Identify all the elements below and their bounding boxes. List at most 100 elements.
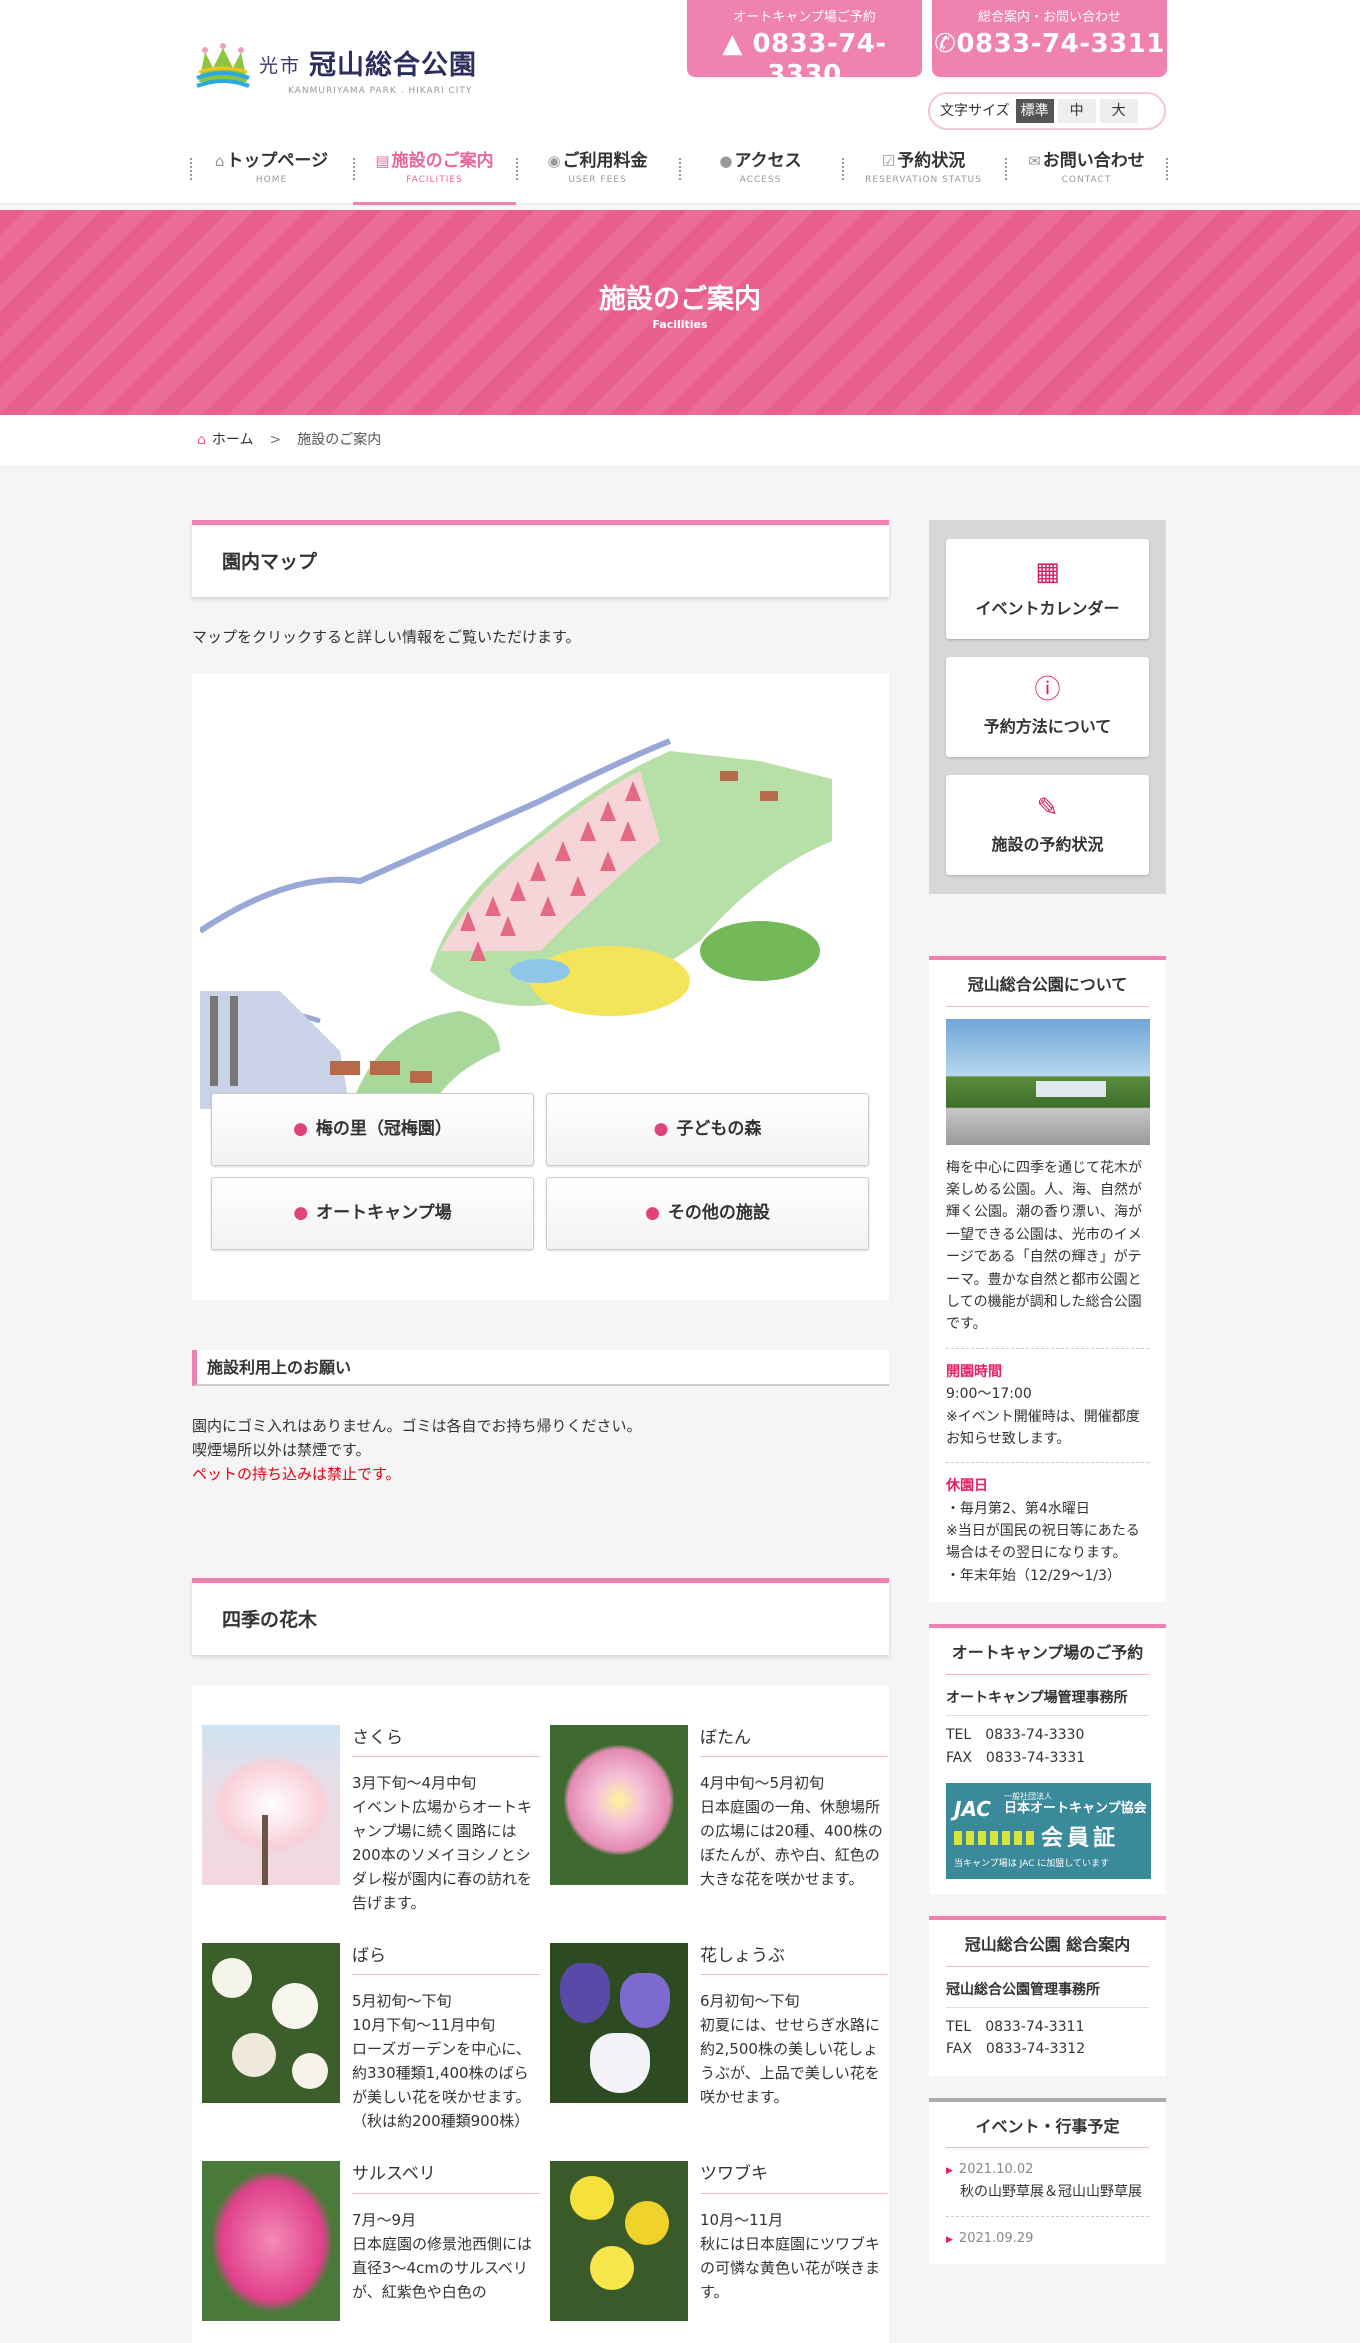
font-size-medium-button[interactable]: 中	[1057, 99, 1096, 123]
divider	[946, 1347, 1149, 1349]
nav-item-home[interactable]: ⌂ トップページ HOME	[190, 148, 353, 205]
jac-org-name: 日本オートキャンプ協会	[1004, 1801, 1147, 1816]
flower-description: 7月〜9月 日本庭園の修景池西側には直径3〜4cmのサルスベリが、紅紫色や白色の	[352, 2210, 533, 2301]
tel-info-box[interactable]: 総合案内・お問い合わせ ✆0833-74-3311	[932, 0, 1167, 77]
flower-name: ばら	[352, 1943, 540, 1976]
nav-sublabel: HOME	[255, 175, 288, 186]
nav-label: お問い合わせ	[1042, 151, 1145, 171]
nav-label: 予約状況	[897, 151, 966, 171]
closed-line: ※当日が国民の祝日等にあたる場合はその翌日になります。	[946, 1523, 1140, 1562]
tel-camp-label: オートキャンプ場ご予約	[733, 10, 876, 25]
park-map-image[interactable]	[200, 721, 832, 1109]
breadcrumb-separator: >	[269, 432, 282, 448]
about-park-card: 冠山総合公園について 梅を中心に四季を通じて花木が楽しめる公園。人、海、自然が輝…	[929, 956, 1166, 1603]
hours-label: 開園時間	[946, 1363, 1002, 1380]
jac-title: 会員証	[1041, 1826, 1120, 1851]
global-nav: ⌂ トップページ HOME ▤ 施設のご案内 FACILITIES ◉ ご利用料金 U…	[190, 148, 1170, 205]
nav-sublabel: ACCESS	[739, 175, 782, 186]
tel-info-label: 総合案内・お問い合わせ	[977, 10, 1121, 25]
breadcrumb-home-link[interactable]: ホーム	[212, 429, 254, 451]
map-pin-icon: ●	[293, 1118, 308, 1139]
home-icon: ⌂	[214, 152, 225, 170]
nav-sublabel: RESERVATION STATUS	[865, 175, 982, 186]
nav-sublabel: CONTACT	[1061, 175, 1112, 186]
nav-item-contact[interactable]: ✉ お問い合わせ CONTACT	[1005, 148, 1168, 205]
tel-camp-box[interactable]: オートキャンプ場ご予約 ▲ 0833-74-3330	[687, 0, 922, 90]
font-size-standard-button[interactable]: 標準	[1015, 99, 1054, 123]
tel-camp-number[interactable]: ▲ 0833-74-3330	[687, 29, 922, 91]
divider	[946, 2215, 1149, 2217]
map-button-auto-camp[interactable]: ● オートキャンプ場	[211, 1177, 534, 1250]
checklist-icon: ☑	[881, 152, 896, 170]
flower-description: 6月初旬〜下旬 初夏には、せせらぎ水路に約2,500株の美しい花しょうぶが、上品…	[700, 1992, 881, 2107]
page-subtitle: Facilities	[652, 318, 708, 332]
flower-description: 5月初旬〜下旬 10月下旬〜11月中旬 ローズガーデンを中心に、約330種類1,…	[352, 1992, 531, 2131]
building-icon: ▤	[375, 152, 390, 170]
nav-item-reservation[interactable]: ☑ 予約状況 RESERVATION STATUS	[842, 148, 1005, 205]
flower-photo-botan	[550, 1725, 688, 1885]
flower-description: 4月中旬〜5月初旬 日本庭園の一角、休憩場所の広場には20種、400株のぼたんが…	[700, 1774, 883, 1889]
flower-name: さくら	[352, 1725, 540, 1758]
coin-icon: ◉	[547, 152, 561, 170]
nav-item-facilities[interactable]: ▤ 施設のご案内 FACILITIES	[353, 148, 516, 205]
info-tel[interactable]: TEL 0833-74-3311	[946, 2016, 1149, 2038]
nav-item-fees[interactable]: ◉ ご利用料金 USER FEES	[516, 148, 679, 205]
divider	[946, 1462, 1149, 1464]
flower-item: 花しょうぶ 6月初旬〜下旬 初夏には、せせらぎ水路に約2,500株の美しい花しょ…	[550, 1943, 888, 2133]
about-text: 梅を中心に四季を通じて花木が楽しめる公園。人、海、自然が輝く公園。潮の香り漂い、…	[946, 1159, 1142, 1333]
nav-label: 施設のご案内	[391, 151, 494, 171]
general-info-card: 冠山総合公園 総合案内 冠山総合公園管理事務所 TEL 0833-74-3311…	[929, 1916, 1166, 2076]
logo-mark-icon	[196, 43, 250, 88]
map-button-kids-forest[interactable]: ● 子どもの森	[546, 1093, 869, 1166]
event-date: 2021.10.02	[946, 2160, 1149, 2181]
logo-subtitle: KANMURIYAMA PARK . HIKARI CITY	[288, 86, 473, 96]
nav-label: アクセス	[734, 151, 802, 171]
nav-item-access[interactable]: ● アクセス ACCESS	[679, 148, 842, 205]
flower-name: ツワブキ	[700, 2161, 888, 2194]
flower-item: サルスベリ 7月〜9月 日本庭園の修景池西側には直径3〜4cmのサルスベリが、紅…	[202, 2161, 540, 2322]
map-button-other-facilities[interactable]: ● その他の施設	[546, 1177, 869, 1250]
event-item[interactable]: 2021.10.02 秋の山野草展＆冠山山野草展	[946, 2160, 1149, 2203]
notice-line: 喫煙場所以外は禁煙です。	[192, 1441, 371, 1459]
card-title: 冠山総合公園 総合案内	[946, 1932, 1149, 1967]
event-item[interactable]: 2021.09.29	[946, 2229, 1149, 2250]
notice-line: 園内にゴミ入れはありません。ゴミは各自でお持ち帰りください。	[192, 1417, 642, 1435]
font-size-large-button[interactable]: 大	[1099, 99, 1138, 123]
tel-info-number[interactable]: ✆0833-74-3311	[932, 29, 1167, 60]
map-area-buttons: ● 梅の里（冠梅園） ● 子どもの森 ● オートキャンプ場 ● その他の施設	[211, 1093, 871, 1250]
jac-stripes	[954, 1831, 1034, 1845]
link-label: 施設の予約状況	[991, 835, 1104, 855]
flower-photo-tsuwabuki	[550, 2161, 688, 2322]
park-map-box: ● 梅の里（冠梅園） ● 子どもの森 ● オートキャンプ場 ● その他の施設	[192, 673, 889, 1300]
nav-label: トップページ	[226, 151, 329, 171]
map-lead-text: マップをクリックすると詳しい情報をご覧いただけます。	[192, 628, 581, 646]
hours-value: 9:00〜17:00	[946, 1386, 1032, 1403]
site-header: 光市 冠山総合公園 KANMURIYAMA PARK . HIKARI CITY…	[0, 0, 1360, 205]
card-title: オートキャンプ場のご予約	[946, 1640, 1149, 1675]
section-heading-notice: 施設利用上のお願い	[192, 1350, 889, 1386]
camp-tel[interactable]: TEL 0833-74-3330	[946, 1724, 1149, 1746]
map-button-ume[interactable]: ● 梅の里（冠梅園）	[211, 1093, 534, 1166]
card-title: イベント・行事予定	[946, 2114, 1149, 2149]
event-calendar-link[interactable]: ▦ イベントカレンダー	[946, 539, 1149, 639]
reservation-guide-link[interactable]: ⓘ 予約方法について	[946, 657, 1149, 757]
flower-photo-bara	[202, 1943, 340, 2104]
flower-photo-sakura	[202, 1725, 340, 1885]
main-content: 園内マップ マップをクリックすると詳しい情報をご覧いただけます。 ● 梅の里（冠…	[192, 520, 889, 2343]
flower-description: 3月下旬〜4月中旬 イベント広場からオートキャンプ場に続く園路には200本のソメ…	[352, 1774, 533, 1913]
facility-reservation-status-link[interactable]: ✎ 施設の予約状況	[946, 775, 1149, 875]
camp-fax: FAX 0833-74-3331	[946, 1749, 1086, 1766]
home-icon: ⌂	[197, 432, 206, 448]
font-size-switcher: 文字サイズ 標準 中 大	[928, 92, 1166, 130]
map-pin-icon: ●	[653, 1118, 669, 1139]
section-heading-map: 園内マップ	[192, 520, 889, 597]
flower-item: ばら 5月初旬〜下旬 10月下旬〜11月中旬 ローズガーデンを中心に、約330種…	[202, 1943, 540, 2133]
document-icon: ✎	[1036, 793, 1059, 823]
jac-member-badge[interactable]: JAC 一般社団法人 日本オートキャンプ協会 会員証 当キャンプ場は JAC に…	[946, 1783, 1151, 1879]
section-heading-flowers: 四季の花木	[192, 1578, 889, 1655]
closed-label: 休園日	[946, 1478, 988, 1495]
sidebar: ▦ イベントカレンダー ⓘ 予約方法について ✎ 施設の予約状況 冠山総合公園に…	[929, 520, 1166, 2265]
notice-warning: ペットの持ち込みは禁止です。	[192, 1465, 401, 1483]
car-icon: ▲	[722, 28, 743, 59]
camp-office-name: オートキャンプ場管理事務所	[946, 1687, 1149, 1717]
